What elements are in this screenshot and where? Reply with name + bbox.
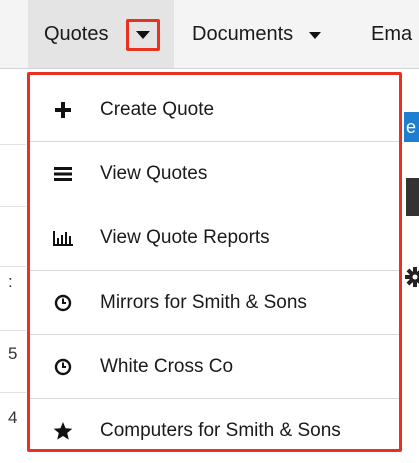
menu-item-label: View Quotes — [100, 163, 208, 184]
background-row-text: : — [8, 272, 13, 291]
tab-documents-label: Documents — [192, 22, 294, 45]
background-divider — [0, 266, 26, 267]
tab-quotes-label: Quotes — [44, 22, 109, 45]
background-divider — [0, 144, 26, 145]
tab-emails[interactable]: Ema — [371, 0, 412, 68]
menu-item-view-quote-reports[interactable]: View Quote Reports — [30, 206, 399, 270]
menu-item-recent-white-cross-co[interactable]: White Cross Co — [30, 335, 399, 399]
quotes-dropdown-menu: Create Quote View Quotes View Quote Repo… — [27, 72, 402, 452]
background-blue-button-text: e — [406, 117, 417, 137]
star-icon — [51, 419, 75, 443]
background-blue-button: e — [404, 112, 419, 142]
caret-down-icon — [136, 31, 150, 39]
background-divider — [0, 206, 26, 207]
clock-icon — [51, 291, 75, 315]
background-divider — [0, 330, 26, 331]
menu-item-create-quote[interactable]: Create Quote — [30, 78, 399, 142]
menu-item-recent-mirrors-for-smith-sons[interactable]: Mirrors for Smith & Sons — [30, 271, 399, 335]
quotes-dropdown-toggle[interactable] — [126, 19, 160, 51]
bar-chart-icon — [51, 226, 75, 250]
clock-icon — [51, 355, 75, 379]
background-divider — [0, 392, 26, 393]
menu-item-label: White Cross Co — [100, 356, 234, 377]
menu-item-label: Create Quote — [100, 99, 215, 120]
background-row-text: 5 — [8, 344, 18, 363]
top-navbar: Quotes Documents Ema — [0, 0, 419, 69]
list-icon — [51, 162, 75, 186]
background-row-text: 4 — [8, 408, 18, 427]
menu-item-view-quotes[interactable]: View Quotes — [30, 142, 399, 206]
background-dark-block — [406, 178, 419, 216]
menu-item-favorite-computers-for-smith-sons[interactable]: Computers for Smith & Sons — [30, 399, 399, 463]
tab-emails-label: Ema — [371, 22, 413, 45]
caret-down-icon[interactable] — [309, 31, 322, 39]
menu-item-label: View Quote Reports — [100, 227, 270, 248]
menu-item-label: Computers for Smith & Sons — [100, 420, 341, 441]
gear-icon — [404, 266, 419, 288]
tab-documents[interactable]: Documents — [192, 0, 322, 68]
menu-item-label: Mirrors for Smith & Sons — [100, 292, 307, 313]
plus-icon — [51, 98, 75, 122]
